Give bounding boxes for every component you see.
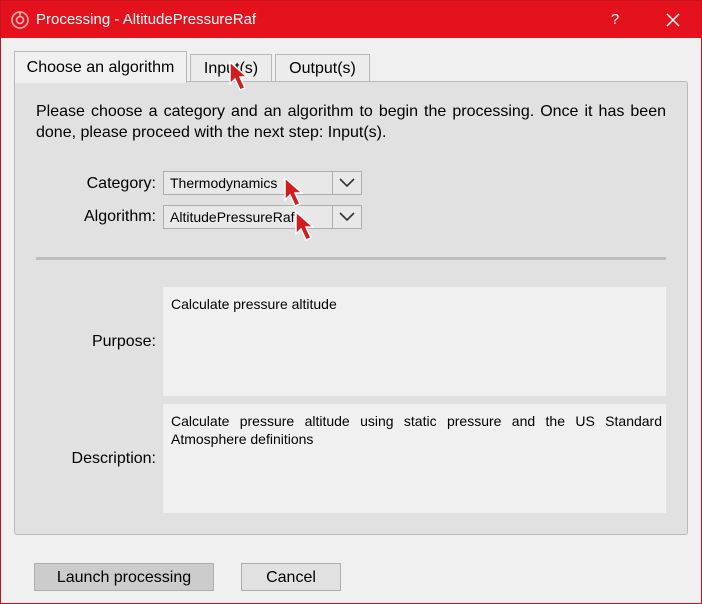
algorithm-label: Algorithm: [83,208,156,225]
description-label: Description: [71,450,156,467]
cancel-button[interactable]: Cancel [241,563,341,591]
help-button[interactable]: ? [597,1,633,38]
launch-processing-button[interactable]: Launch processing [34,563,214,591]
title-bar: Processing - AltitudePressureRaf ? [1,1,701,38]
separator [36,257,666,260]
chevron-down-icon[interactable] [332,172,361,194]
algorithm-select[interactable]: AltitudePressureRaf [163,205,362,229]
algorithm-value: AltitudePressureRaf [170,209,295,225]
tab-choose-algorithm[interactable]: Choose an algorithm [14,51,187,83]
category-value: Thermodynamics [170,175,278,191]
mouse-pointer-icon [229,60,249,91]
close-icon[interactable] [653,1,693,38]
app-logo-icon [11,11,29,29]
tab-label: Output(s) [289,60,356,77]
mouse-pointer-icon [295,210,315,241]
instructions-text: Please choose a category and an algorith… [36,103,666,141]
tab-label: Choose an algorithm [26,59,175,76]
window-title: Processing - AltitudePressureRaf [36,11,257,28]
chevron-down-icon[interactable] [332,206,361,228]
description-textbox[interactable]: Calculate pressure altitude using static… [163,404,666,513]
category-select[interactable]: Thermodynamics [163,171,362,195]
purpose-textbox[interactable]: Calculate pressure altitude [163,287,666,396]
purpose-text: Calculate pressure altitude [171,296,337,312]
purpose-label: Purpose: [91,333,156,350]
description-text: Calculate pressure altitude using static… [171,413,662,447]
category-label: Category: [86,175,156,192]
tab-outputs[interactable]: Output(s) [275,54,370,82]
mouse-pointer-icon [284,176,304,207]
